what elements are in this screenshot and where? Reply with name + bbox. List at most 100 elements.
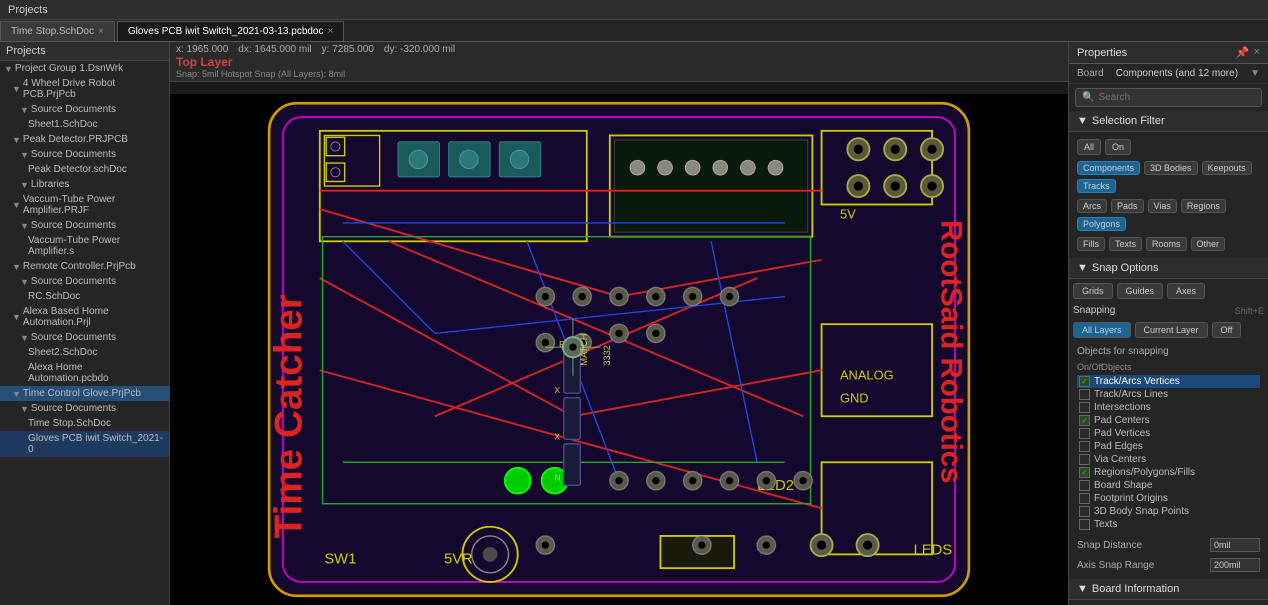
board-info-header[interactable]: ▼ Board Information	[1069, 579, 1268, 600]
tab-pcb[interactable]: Gloves PCB iwit Switch_2021-03-13.pcbdoc…	[117, 21, 345, 41]
filter-arcs[interactable]: Arcs	[1077, 199, 1107, 213]
tree-time-stop[interactable]: Time Stop.SchDoc	[0, 416, 169, 431]
tree-remote-controller[interactable]: ▼ Remote Controller.PrjPcb	[0, 259, 169, 274]
tree-source-docs-4[interactable]: ▼ Source Documents	[0, 274, 169, 289]
obj-cb-trackarcs-lines[interactable]	[1079, 389, 1090, 400]
filter-regions[interactable]: Regions	[1181, 199, 1226, 213]
tree-sheet2[interactable]: Sheet2.SchDoc	[0, 345, 169, 360]
tree-src6-icon: ▼	[20, 404, 29, 414]
tree-src5-icon: ▼	[20, 333, 29, 343]
tab-schematic[interactable]: Time Stop.SchDoc ×	[0, 21, 115, 41]
tree-source-docs-6[interactable]: ▼ Source Documents	[0, 401, 169, 416]
filter-other[interactable]: Other	[1191, 237, 1226, 251]
filter-components[interactable]: Components	[1077, 161, 1140, 175]
tree-source-docs-2[interactable]: ▼ Source Documents	[0, 147, 169, 162]
tree-libraries[interactable]: ▼ Libraries	[0, 177, 169, 192]
tree-src3-icon: ▼	[20, 221, 29, 231]
tree-time-control[interactable]: ▼ Time Control Glove.PrjPcb	[0, 386, 169, 401]
tree-remote-icon: ▼	[12, 262, 21, 272]
tree-vac-schdoc[interactable]: Vaccum-Tube Power Amplifier.s	[0, 233, 169, 259]
selection-filter-expand: ▼	[1077, 115, 1088, 127]
tree-project-group[interactable]: ▼ Project Group 1.DsnWrk	[0, 61, 169, 76]
tree-src3-label: Source Documents	[31, 220, 116, 231]
filter-vias[interactable]: Vias	[1148, 199, 1177, 213]
tree-rc-schdoc[interactable]: RC.SchDoc	[0, 289, 169, 304]
tree-expand-icon: ▼	[4, 64, 13, 74]
tree-alexa-icon: ▼	[12, 312, 21, 322]
props-header-icons: 📌 ×	[1236, 46, 1260, 59]
obj-cb-trackarcs-vertices[interactable]	[1079, 376, 1090, 387]
obj-cb-intersections[interactable]	[1079, 402, 1090, 413]
coord-dx: dx: 1645.000 mil	[238, 44, 311, 55]
tree-gloves-label: Gloves PCB iwit Switch_2021-0	[28, 433, 165, 455]
tree-vaccum-tube[interactable]: ▼ Vaccum-Tube Power Amplifier.PRJF	[0, 192, 169, 218]
tree-source-docs-5[interactable]: ▼ Source Documents	[0, 330, 169, 345]
snap-current-layer-btn[interactable]: Current Layer	[1135, 322, 1208, 338]
filter-all[interactable]: All	[1077, 139, 1101, 155]
tree-sheet1[interactable]: Sheet1.SchDoc	[0, 117, 169, 132]
snap-guides-btn[interactable]: Guides	[1117, 283, 1164, 299]
tree-source-docs-3[interactable]: ▼ Source Documents	[0, 218, 169, 233]
selection-filter-header[interactable]: ▼ Selection Filter	[1069, 111, 1268, 132]
pcb-board[interactable]: Time Catcher RootSaid Robotics	[170, 94, 1068, 605]
filter-tracks[interactable]: Tracks	[1077, 179, 1116, 193]
pcb-svg: Time Catcher RootSaid Robotics	[170, 94, 1068, 605]
obj-cb-3d-snap[interactable]	[1079, 506, 1090, 517]
sidebar-right: Properties 📌 × Board Components (and 12 …	[1068, 42, 1268, 605]
search-input[interactable]	[1098, 92, 1255, 103]
snap-distance-input[interactable]	[1210, 538, 1260, 552]
tab-pcb-close[interactable]: ×	[328, 26, 334, 37]
col-objects: Objects	[1101, 362, 1132, 372]
obj-cb-pad-vertices[interactable]	[1079, 428, 1090, 439]
snap-all-layers-btn[interactable]: All Layers	[1073, 322, 1131, 338]
snapping-shortcut: Shift+E	[1235, 306, 1264, 316]
obj-row-texts: Texts	[1077, 518, 1260, 531]
filter-fills[interactable]: Fills	[1077, 237, 1105, 251]
filter-on[interactable]: On	[1105, 139, 1131, 155]
tree-4wd-robot[interactable]: ▼ 4 Wheel Drive Robot PCB.PrjPcb	[0, 76, 169, 102]
obj-cb-pad-edges[interactable]	[1079, 441, 1090, 452]
filter-keepouts[interactable]: Keepouts	[1202, 161, 1252, 175]
filter-rooms[interactable]: Rooms	[1146, 237, 1187, 251]
board-filter-icon[interactable]: ▼	[1250, 68, 1260, 79]
objects-snapping: Objects for snapping On/Off Objects Trac…	[1073, 342, 1264, 535]
obj-cb-board-shape[interactable]	[1079, 480, 1090, 491]
snap-grids-btn[interactable]: Grids	[1073, 283, 1113, 299]
obj-cb-pad-centers[interactable]	[1079, 415, 1090, 426]
props-pin-icon[interactable]: 📌	[1236, 46, 1250, 59]
tree-gloves-pcb[interactable]: Gloves PCB iwit Switch_2021-0	[0, 431, 169, 457]
tree-alexa[interactable]: ▼ Alexa Based Home Automation.Prjl	[0, 304, 169, 330]
filter-texts[interactable]: Texts	[1109, 237, 1142, 251]
menu-bar: Projects	[0, 0, 1268, 20]
tree-peak-detector[interactable]: ▼ Peak Detector.PRJPCB	[0, 132, 169, 147]
axis-snap-label: Axis Snap Range	[1077, 560, 1154, 571]
tab-schematic-label: Time Stop.SchDoc	[11, 26, 94, 37]
search-box[interactable]: 🔍	[1075, 88, 1262, 107]
snap-off-btn[interactable]: Off	[1212, 322, 1242, 338]
obj-cb-regions-fills[interactable]	[1079, 467, 1090, 478]
tree-source-docs-1[interactable]: ▼ Source Documents	[0, 102, 169, 117]
board-row: Board Components (and 12 more) ▼	[1069, 64, 1268, 84]
board-info-expand: ▼	[1077, 583, 1088, 595]
tree-lib-label: Libraries	[31, 179, 69, 190]
obj-cb-footprint-origins[interactable]	[1079, 493, 1090, 504]
props-close-icon[interactable]: ×	[1254, 46, 1260, 59]
filter-polygons[interactable]: Polygons	[1077, 217, 1126, 231]
tree-peak-schdoc[interactable]: Peak Detector.schDoc	[0, 162, 169, 177]
filter-pads[interactable]: Pads	[1111, 199, 1144, 213]
snap-options-header[interactable]: ▼ Snap Options	[1069, 258, 1268, 279]
obj-cb-texts[interactable]	[1079, 519, 1090, 530]
snapping-row: Snapping Shift+E	[1073, 303, 1264, 318]
tab-schematic-close[interactable]: ×	[98, 26, 104, 37]
obj-label-footprint-origins: Footprint Origins	[1094, 493, 1168, 504]
obj-row-pad-vertices: Pad Vertices	[1077, 427, 1260, 440]
board-value: Components (and 12 more)	[1116, 68, 1238, 79]
tree-alexa-pcbdo[interactable]: Alexa Home Automation.pcbdo	[0, 360, 169, 386]
menu-projects[interactable]: Projects	[4, 4, 52, 16]
obj-cb-via-centers[interactable]	[1079, 454, 1090, 465]
pcb-canvas-area[interactable]: x: 1965.000 dx: 1645.000 mil y: 7285.000…	[170, 42, 1068, 605]
snap-axes-btn[interactable]: Axes	[1167, 283, 1205, 299]
filter-3dbodies[interactable]: 3D Bodies	[1144, 161, 1198, 175]
axis-snap-input[interactable]	[1210, 558, 1260, 572]
coord-bar: x: 1965.000 dx: 1645.000 mil y: 7285.000…	[170, 42, 1068, 82]
